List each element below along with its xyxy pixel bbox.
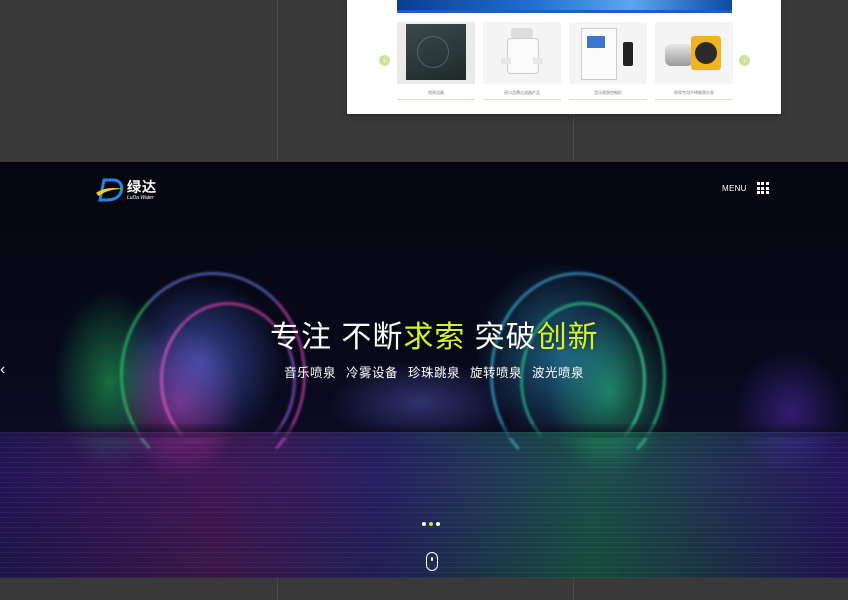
card-banner-image — [397, 0, 732, 13]
product-caption: 音乐喷泉控制柜 — [594, 90, 622, 95]
product-tag: 冷雾设备 — [346, 366, 399, 380]
product-item[interactable]: 进口品牌过滤器产品 — [483, 22, 561, 100]
product-prev-arrow[interactable]: ‹ — [379, 55, 390, 66]
product-next-arrow[interactable]: › — [739, 55, 750, 66]
filter-product — [483, 22, 561, 84]
hero-subline: 音乐喷泉 冷雾设备 珍珠跳泉 旋转喷泉 波光喷泉 — [284, 362, 590, 381]
product-card: ‹ › 喷泉设备 进口品牌过滤器产品 音乐喷泉控制柜 喷泉专用不锈钢潜水泵 — [347, 0, 781, 114]
product-caption: 喷泉设备 — [428, 90, 444, 95]
product-tag: 旋转喷泉 — [470, 366, 523, 380]
hero-headline: 专注 不断求索 突破创新 — [270, 312, 599, 356]
brand-logo[interactable]: 绿达 LuDa Water — [95, 176, 157, 204]
slide-dot[interactable] — [422, 522, 426, 526]
hero-banner: 绿达 LuDa Water MENU 专注 不断求索 突破创新 音乐喷泉 冷雾设… — [0, 162, 848, 578]
headline-part: 专注 不断 — [270, 321, 404, 354]
product-item[interactable]: 喷泉专用不锈钢潜水泵 — [655, 22, 733, 100]
product-tag: 波光喷泉 — [532, 366, 585, 380]
headline-part: 突破 — [465, 321, 537, 354]
product-tag: 珍珠跳泉 — [408, 366, 461, 380]
brand-name-cn: 绿达 — [127, 178, 157, 195]
product-tag: 音乐喷泉 — [284, 366, 337, 380]
product-caption: 喷泉专用不锈钢潜水泵 — [674, 90, 714, 95]
product-item[interactable]: 喷泉设备 — [397, 22, 475, 100]
slide-pagination — [422, 522, 440, 526]
menu-label: MENU — [722, 183, 747, 193]
mouse-scroll-icon[interactable] — [426, 552, 438, 571]
product-item[interactable]: 音乐喷泉控制柜 — [569, 22, 647, 100]
slide-prev-arrow[interactable]: ‹ — [0, 362, 5, 378]
product-caption: 进口品牌过滤器产品 — [504, 90, 540, 95]
luda-d-logo-icon — [95, 177, 125, 203]
control-cabinet — [569, 22, 647, 84]
grid-menu-icon — [756, 182, 769, 194]
water-pump — [655, 22, 733, 84]
fountain-photo — [397, 22, 475, 84]
brand-name-en: LuDa Water — [127, 194, 154, 201]
slide-dot[interactable] — [436, 522, 440, 526]
slide-dot-active[interactable] — [429, 522, 433, 526]
menu-button[interactable]: MENU — [722, 182, 769, 194]
headline-highlight: 求索 — [403, 321, 466, 354]
water-reflection — [0, 432, 848, 578]
headline-highlight: 创新 — [536, 321, 599, 354]
